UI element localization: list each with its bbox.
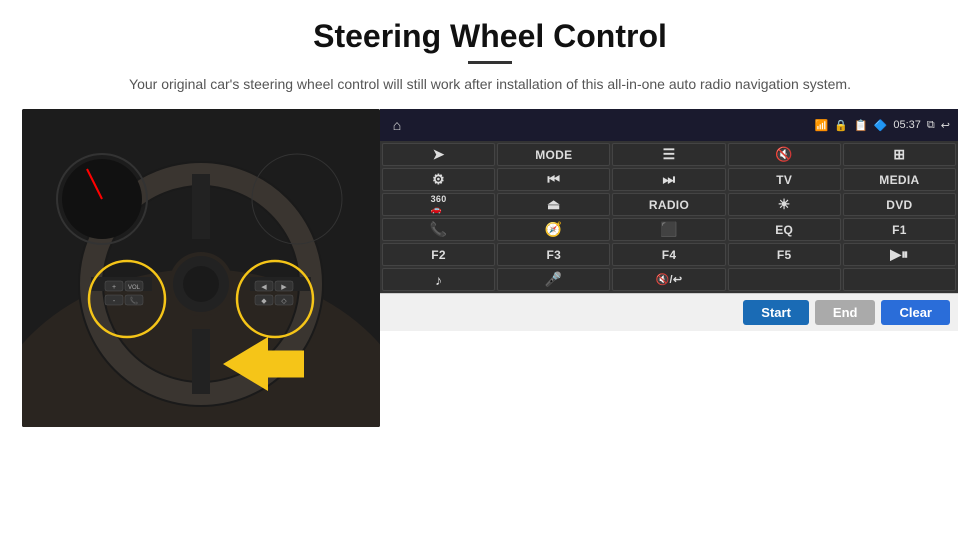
sim-icon: 📋 — [854, 119, 868, 132]
nav-button[interactable]: ➤ — [382, 143, 495, 166]
time-display: 05:37 — [893, 119, 921, 131]
f3-button[interactable]: F3 — [497, 243, 610, 266]
360cam-button[interactable]: 360🚗 — [382, 193, 495, 216]
360cam-icon: 360🚗 — [431, 194, 447, 215]
page-title: Steering Wheel Control — [0, 0, 980, 61]
eject-icon: ⏏ — [547, 196, 561, 213]
media-button[interactable]: MEDIA — [843, 168, 956, 191]
nav-icon: ➤ — [433, 146, 445, 163]
settings-icon: ⚙ — [432, 171, 445, 188]
screen-icon: ⬛ — [660, 221, 678, 238]
eq-button[interactable]: EQ — [728, 218, 841, 241]
next-button[interactable]: ⏭ — [612, 168, 725, 191]
svg-text:▶: ▶ — [281, 284, 287, 291]
music-button[interactable]: ♪ — [382, 268, 495, 291]
call-icon: 🔇/↩ — [656, 273, 683, 286]
playpause-icon: ▶⏸ — [890, 246, 908, 263]
status-right: 📶 🔒 📋 🔷 05:37 ⧉ ↩ — [815, 119, 950, 132]
end-button[interactable]: End — [815, 300, 876, 325]
bluetooth-icon: 🔷 — [874, 119, 888, 132]
window-icon: ⧉ — [927, 119, 935, 132]
prev-icon: ⏮ — [547, 171, 560, 188]
list-icon: ☰ — [663, 146, 676, 163]
wifi-icon: 📶 — [815, 119, 829, 132]
mute-icon: 🔇 — [775, 146, 793, 163]
settings-button[interactable]: ⚙ — [382, 168, 495, 191]
svg-text:◆: ◆ — [261, 298, 267, 305]
lock-icon: 🔒 — [834, 119, 848, 132]
car-image: + - VOL 📞 ◀ ▶ ◆ ◇ — [22, 109, 380, 427]
svg-text:📞: 📞 — [130, 296, 139, 305]
mute-button[interactable]: 🔇 — [728, 143, 841, 166]
subtitle: Your original car's steering wheel contr… — [0, 74, 980, 109]
compass-icon: 🧭 — [545, 221, 563, 238]
nav2-button[interactable]: 🧭 — [497, 218, 610, 241]
f1-button[interactable]: F1 — [843, 218, 956, 241]
screen-button[interactable]: ⬛ — [612, 218, 725, 241]
mic-icon: 🎤 — [545, 271, 563, 288]
f2-button[interactable]: F2 — [382, 243, 495, 266]
f5-button[interactable]: F5 — [728, 243, 841, 266]
empty2 — [843, 268, 956, 291]
mode-button[interactable]: MODE — [497, 143, 610, 166]
eject-button[interactable]: ⏏ — [497, 193, 610, 216]
brightness-icon: ☀ — [778, 196, 791, 213]
phone-button[interactable]: 📞 — [382, 218, 495, 241]
home-icon[interactable]: ⌂ — [388, 116, 406, 134]
content-area: + - VOL 📞 ◀ ▶ ◆ ◇ — [0, 109, 980, 427]
music-icon: ♪ — [435, 272, 442, 288]
tv-button[interactable]: TV — [728, 168, 841, 191]
svg-text:◀: ◀ — [261, 284, 267, 291]
call-button[interactable]: 🔇/↩ — [612, 268, 725, 291]
status-bar: ⌂ 📶 🔒 📋 🔷 05:37 ⧉ ↩ — [380, 109, 958, 141]
brightness-button[interactable]: ☀ — [728, 193, 841, 216]
title-divider — [468, 61, 512, 64]
playpause-button[interactable]: ▶⏸ — [843, 243, 956, 266]
clear-button[interactable]: Clear — [881, 300, 950, 325]
phone-icon: 📞 — [430, 221, 448, 238]
svg-text:VOL: VOL — [128, 285, 141, 291]
list-button[interactable]: ☰ — [612, 143, 725, 166]
svg-text:◇: ◇ — [281, 298, 287, 305]
radio-button[interactable]: RADIO — [612, 193, 725, 216]
svg-text:+: + — [112, 284, 116, 291]
action-bar: Start End Clear — [380, 293, 958, 331]
mic-button[interactable]: 🎤 — [497, 268, 610, 291]
back-icon[interactable]: ↩ — [941, 119, 950, 132]
apps-button[interactable]: ⊞ — [843, 143, 956, 166]
empty1 — [728, 268, 841, 291]
control-panel: ⌂ 📶 🔒 📋 🔷 05:37 ⧉ ↩ ➤ MODE ☰ 🔇 ⊞ ⚙ ⏮ ⏭ — [380, 109, 958, 331]
start-button[interactable]: Start — [743, 300, 809, 325]
f4-button[interactable]: F4 — [612, 243, 725, 266]
next-icon: ⏭ — [663, 171, 676, 188]
prev-button[interactable]: ⏮ — [497, 168, 610, 191]
dvd-button[interactable]: DVD — [843, 193, 956, 216]
apps-icon: ⊞ — [893, 146, 905, 163]
button-grid: ➤ MODE ☰ 🔇 ⊞ ⚙ ⏮ ⏭ TV MEDIA 360🚗 ⏏ RADIO… — [380, 141, 958, 293]
